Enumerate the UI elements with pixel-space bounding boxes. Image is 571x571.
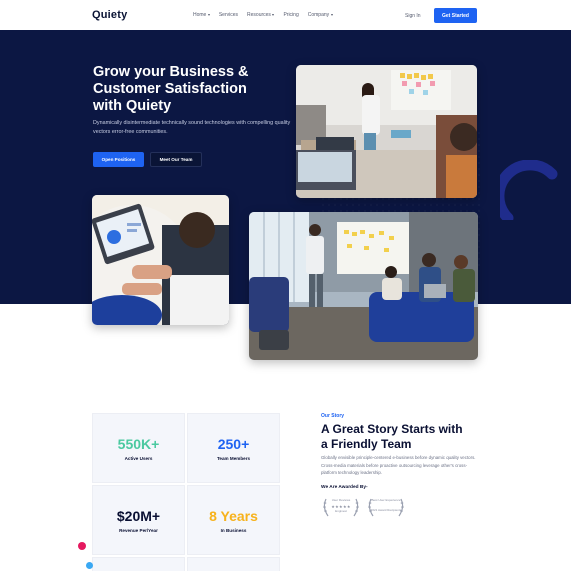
stat-label: Revenue Per/Year (119, 527, 158, 533)
hero-description: Dynamically disintermediate technically … (93, 120, 291, 135)
award-badge: User Reviews ★★★★★ Enginest (321, 496, 361, 518)
nav-services[interactable]: Services (219, 12, 238, 18)
decorative-arc (500, 160, 558, 220)
nav-links: Home Services Resources Pricing Company (193, 12, 342, 18)
office-whiteboard-photo (296, 65, 477, 198)
laptop-work-photo (92, 195, 229, 325)
stat-label: Active Users (124, 455, 153, 461)
stat-card-team-members: 250+ Team Members (187, 413, 280, 483)
awarded-label: We Are Awarded By- (321, 485, 368, 490)
get-started-button[interactable]: Get Started (434, 8, 477, 23)
stat-value: $20M+ (116, 507, 161, 524)
nav-company[interactable]: Company (308, 12, 333, 18)
stat-card-active-users: 550K+ Active Users (92, 413, 185, 483)
nav-resources[interactable]: Resources (247, 12, 275, 18)
chevron-down-icon (330, 14, 333, 16)
section-title: A Great Story Starts with a Friendly Tea… (321, 422, 463, 451)
top-navbar: Quiety Home Services Resources Pricing C… (0, 0, 571, 30)
logo[interactable]: Quiety (92, 9, 127, 21)
stats-grid: 550K+ Active Users 250+ Team Members $20… (92, 413, 282, 571)
stat-card-placeholder (187, 557, 280, 571)
award-badge: Best User Experience 2021 Award Recipien… (366, 496, 406, 518)
stat-card-placeholder (92, 557, 185, 571)
hero-title: Grow your Business & Customer Satisfacti… (93, 64, 249, 114)
section-description: Globally envisible principle-centered e-… (321, 455, 476, 475)
stat-value: 8 Years (209, 507, 258, 524)
section-tag: Our Story (321, 413, 345, 419)
stat-card-years: 8 Years In Business (187, 485, 280, 555)
chevron-down-icon (207, 14, 210, 16)
signin-link[interactable]: Sign In (405, 13, 421, 19)
decorative-dot (86, 562, 93, 569)
stat-card-revenue: $20M+ Revenue Per/Year (92, 485, 185, 555)
decorative-dot (78, 542, 86, 550)
nav-home[interactable]: Home (193, 12, 210, 18)
meet-team-button[interactable]: Meet Our Team (150, 152, 202, 167)
stat-label: In Business (220, 527, 247, 533)
stat-value: 550K+ (117, 435, 160, 452)
open-positions-button[interactable]: Open Positions (93, 152, 144, 167)
stat-value: 250+ (217, 435, 250, 452)
stat-label: Team Members (216, 455, 251, 461)
nav-pricing[interactable]: Pricing (283, 12, 298, 18)
team-meeting-photo (249, 212, 478, 360)
chevron-down-icon (272, 14, 275, 16)
